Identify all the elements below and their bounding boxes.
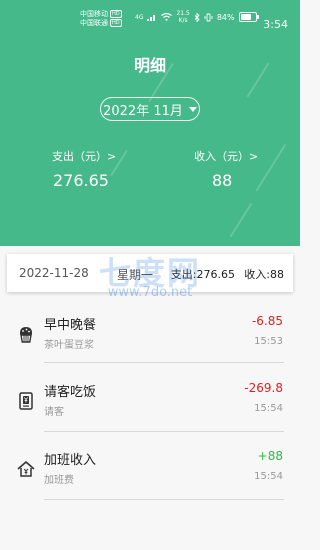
carrier-info: 中国移动 HD 中国联通 HD bbox=[80, 10, 122, 28]
month-selector-label: 2022年 11月 bbox=[103, 103, 183, 119]
bluetooth-icon bbox=[194, 12, 200, 22]
cake-icon bbox=[20, 327, 32, 343]
divider bbox=[44, 499, 284, 500]
house-money-icon bbox=[17, 461, 35, 477]
speed-value: 21.5 bbox=[176, 10, 190, 17]
income-total: 88 bbox=[212, 171, 233, 190]
decor-streak bbox=[229, 202, 253, 238]
page-title: 明细 bbox=[133, 56, 166, 75]
list-item[interactable]: 请客吃饭 -269.8 请客 15:54 bbox=[0, 381, 300, 441]
wifi-icon bbox=[161, 13, 173, 21]
expense-total: 276.65 bbox=[53, 171, 109, 190]
expense-summary-link[interactable]: 支出（元）> bbox=[52, 148, 116, 164]
month-selector[interactable]: 2022年 11月 bbox=[100, 97, 200, 121]
status-icons: 4G 21.5 K/s 84% bbox=[135, 10, 259, 24]
status-time: 3:54 bbox=[263, 18, 288, 31]
dropdown-arrow-icon bbox=[188, 106, 197, 112]
day-date: 2022-11-28 bbox=[19, 266, 89, 280]
record-amount: -269.8 bbox=[244, 381, 283, 395]
battery-percent: 84% bbox=[216, 12, 235, 22]
record-note: 加班费 bbox=[44, 475, 74, 486]
record-note: 茶叶蛋豆浆 bbox=[44, 340, 94, 351]
carrier2-label: 中国联通 bbox=[80, 19, 108, 27]
income-summary-link[interactable]: 收入（元）> bbox=[194, 148, 258, 164]
day-group-header: 2022-11-28 星期一 支出:276.65 收入:88 bbox=[7, 254, 293, 292]
record-name: 早中晚餐 bbox=[44, 318, 97, 333]
hd-badge: HD bbox=[110, 10, 122, 18]
record-amount: +88 bbox=[257, 449, 283, 463]
record-time: 15:53 bbox=[254, 336, 283, 347]
divider bbox=[44, 431, 284, 432]
record-note: 请客 bbox=[44, 407, 64, 418]
speed-indicator: 21.5 K/s bbox=[176, 10, 189, 24]
record-time: 15:54 bbox=[254, 403, 283, 414]
record-amount: -6.85 bbox=[251, 314, 283, 328]
decor-streak bbox=[255, 143, 287, 192]
header: 中国移动 HD 中国联通 HD 4G 21.5 K/s 84% 3:54 明细 202… bbox=[0, 0, 300, 246]
signal-icon bbox=[147, 15, 156, 21]
wallet-icon bbox=[19, 392, 33, 410]
network-label: 4G bbox=[135, 13, 144, 21]
record-name: 加班收入 bbox=[44, 453, 97, 468]
speed-unit: K/s bbox=[178, 17, 188, 24]
list-item[interactable]: 加班收入 +88 加班费 15:54 bbox=[0, 449, 300, 509]
status-bar: 中国移动 HD 中国联通 HD 4G 21.5 K/s 84% 3:54 bbox=[0, 10, 300, 36]
record-time: 15:54 bbox=[254, 471, 283, 482]
hd-badge: HD bbox=[110, 19, 122, 27]
day-income: 收入:88 bbox=[244, 268, 284, 281]
battery-icon bbox=[238, 12, 259, 22]
record-name: 请客吃饭 bbox=[44, 385, 97, 400]
vibrate-icon bbox=[204, 13, 213, 21]
day-weekday: 星期一 bbox=[117, 268, 154, 282]
divider bbox=[44, 362, 284, 363]
day-expense: 支出:276.65 bbox=[170, 268, 235, 281]
carrier1-label: 中国移动 bbox=[80, 10, 108, 18]
battery-level bbox=[240, 14, 251, 20]
list-item[interactable]: 早中晚餐 -6.85 茶叶蛋豆浆 15:53 bbox=[0, 314, 300, 374]
